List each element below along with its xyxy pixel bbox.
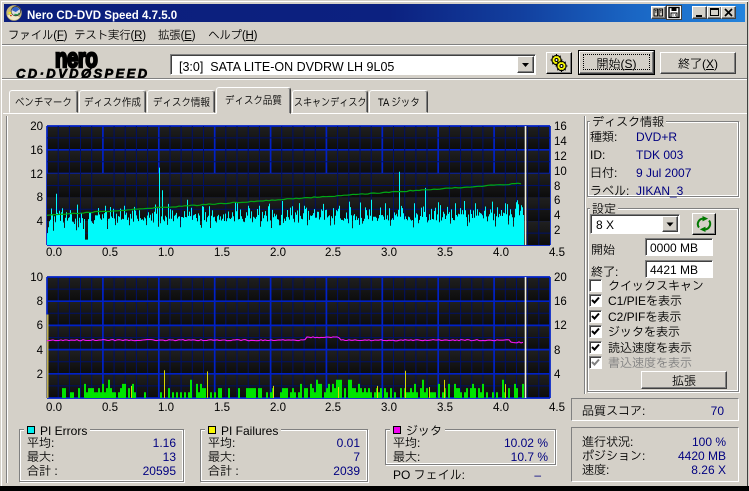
svg-text:12: 12 bbox=[554, 320, 567, 332]
svg-text:1.0: 1.0 bbox=[158, 402, 174, 414]
svg-text:3.0: 3.0 bbox=[381, 247, 397, 259]
svg-text:14: 14 bbox=[554, 136, 567, 148]
svg-text:2.5: 2.5 bbox=[325, 247, 341, 259]
svg-text:2: 2 bbox=[37, 369, 43, 381]
svg-text:12: 12 bbox=[30, 169, 43, 181]
svg-text:8: 8 bbox=[37, 192, 43, 204]
svg-text:0.5: 0.5 bbox=[102, 247, 118, 259]
svg-text:1.0: 1.0 bbox=[158, 247, 174, 259]
svg-text:3.5: 3.5 bbox=[437, 402, 453, 414]
svg-text:10: 10 bbox=[30, 272, 43, 284]
svg-text:8: 8 bbox=[554, 181, 560, 193]
svg-text:2.0: 2.0 bbox=[270, 402, 286, 414]
svg-text:12: 12 bbox=[554, 151, 567, 163]
svg-text:4: 4 bbox=[37, 216, 44, 228]
svg-text:2.5: 2.5 bbox=[325, 402, 341, 414]
svg-text:10: 10 bbox=[554, 166, 567, 178]
svg-text:6: 6 bbox=[554, 195, 560, 207]
svg-text:8: 8 bbox=[554, 345, 560, 357]
svg-text:16: 16 bbox=[554, 121, 567, 133]
svg-text:20: 20 bbox=[30, 121, 43, 133]
svg-text:16: 16 bbox=[554, 296, 567, 308]
svg-text:16: 16 bbox=[30, 145, 43, 157]
svg-text:3.5: 3.5 bbox=[437, 247, 453, 259]
svg-text:20: 20 bbox=[554, 272, 567, 284]
svg-text:4.0: 4.0 bbox=[493, 402, 509, 414]
svg-text:4: 4 bbox=[37, 345, 44, 357]
svg-text:0.0: 0.0 bbox=[46, 247, 62, 259]
svg-text:4.5: 4.5 bbox=[549, 247, 565, 259]
svg-text:3.0: 3.0 bbox=[381, 402, 397, 414]
svg-text:1.5: 1.5 bbox=[214, 247, 230, 259]
svg-text:4.5: 4.5 bbox=[549, 402, 565, 414]
svg-text:0.0: 0.0 bbox=[46, 402, 62, 414]
svg-text:1.5: 1.5 bbox=[214, 402, 230, 414]
svg-text:4: 4 bbox=[554, 369, 561, 381]
svg-text:6: 6 bbox=[37, 320, 43, 332]
svg-text:4.0: 4.0 bbox=[493, 247, 509, 259]
svg-text:8: 8 bbox=[37, 296, 43, 308]
svg-text:2: 2 bbox=[554, 225, 560, 237]
svg-text:4: 4 bbox=[554, 210, 561, 222]
svg-text:0.5: 0.5 bbox=[102, 402, 118, 414]
svg-text:2.0: 2.0 bbox=[270, 247, 286, 259]
